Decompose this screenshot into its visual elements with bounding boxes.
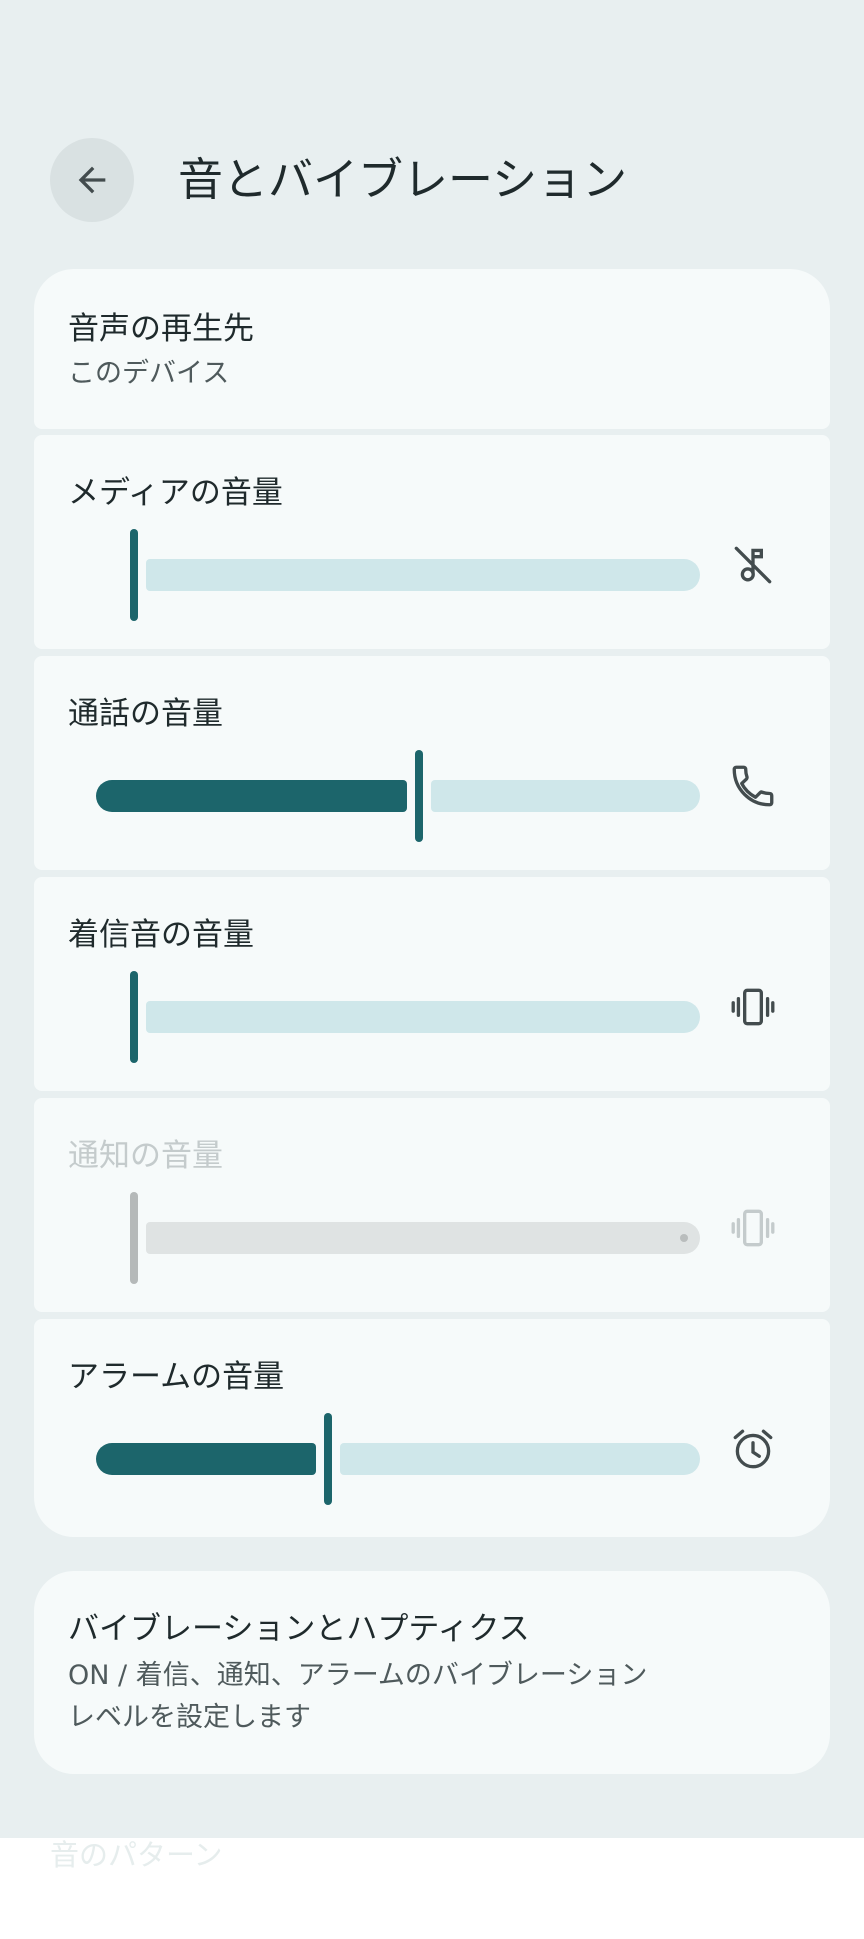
call-volume-label: 通話の音量 bbox=[68, 696, 223, 732]
vibrate-icon bbox=[728, 1203, 778, 1253]
audio-output-subtitle: このデバイス bbox=[68, 358, 230, 389]
page-title: 音とバイブレーション bbox=[178, 153, 628, 206]
top-app-bar: 音とバイブレーション bbox=[0, 0, 864, 270]
music-off-icon[interactable] bbox=[728, 540, 778, 590]
audio-output-item[interactable]: 音声の再生先 このデバイス bbox=[34, 269, 830, 429]
alarm-volume-label: アラームの音量 bbox=[68, 1359, 285, 1395]
notification-volume-label: 通知の音量 bbox=[68, 1138, 223, 1174]
vibration-subtitle-line1: ON / 着信、通知、アラームのバイブレーション bbox=[68, 1660, 648, 1691]
vibrate-icon[interactable] bbox=[728, 982, 778, 1032]
audio-output-title: 音声の再生先 bbox=[68, 311, 254, 347]
slider-thumb[interactable] bbox=[415, 750, 423, 842]
phone-icon[interactable] bbox=[728, 761, 778, 811]
slider-thumb bbox=[130, 1192, 138, 1284]
slider-thumb[interactable] bbox=[323, 1413, 332, 1505]
call-volume-slider[interactable] bbox=[96, 746, 708, 846]
slider-inactive-track bbox=[339, 1443, 700, 1475]
notification-volume-slider bbox=[96, 1188, 708, 1288]
notification-volume-item: 通知の音量 bbox=[34, 1098, 830, 1312]
media-volume-slider[interactable] bbox=[96, 525, 708, 625]
slider-active-track bbox=[96, 780, 407, 812]
slider-inactive-track bbox=[431, 780, 700, 812]
alarm-volume-item: アラームの音量 bbox=[34, 1319, 830, 1537]
slider-active-track bbox=[96, 1443, 316, 1475]
vibration-subtitle-line2: レベルを設定します bbox=[68, 1702, 311, 1733]
vibration-haptics-item[interactable]: バイブレーションとハプティクス ON / 着信、通知、アラームのバイブレーション… bbox=[34, 1571, 830, 1774]
back-button[interactable] bbox=[50, 138, 134, 222]
media-volume-label: メディアの音量 bbox=[68, 475, 283, 511]
arrow-back-icon bbox=[78, 166, 106, 194]
slider-thumb[interactable] bbox=[130, 971, 138, 1063]
ring-volume-slider[interactable] bbox=[96, 967, 708, 1067]
slider-thumb[interactable] bbox=[130, 529, 138, 621]
slider-inactive-track bbox=[146, 559, 700, 591]
ring-volume-item: 着信音の音量 bbox=[34, 877, 830, 1091]
vibration-title: バイブレーションとハプティクス bbox=[68, 1611, 530, 1647]
slider-end-dot bbox=[680, 1234, 688, 1242]
slider-inactive-track bbox=[146, 1001, 700, 1033]
call-volume-item: 通話の音量 bbox=[34, 656, 830, 870]
sound-pattern-label[interactable]: 音のパターン bbox=[50, 1832, 223, 1874]
slider-inactive-track bbox=[146, 1222, 700, 1254]
ring-volume-label: 着信音の音量 bbox=[68, 917, 254, 953]
alarm-volume-slider[interactable] bbox=[96, 1409, 708, 1509]
media-volume-item: メディアの音量 bbox=[34, 435, 830, 649]
alarm-icon[interactable] bbox=[728, 1424, 778, 1474]
